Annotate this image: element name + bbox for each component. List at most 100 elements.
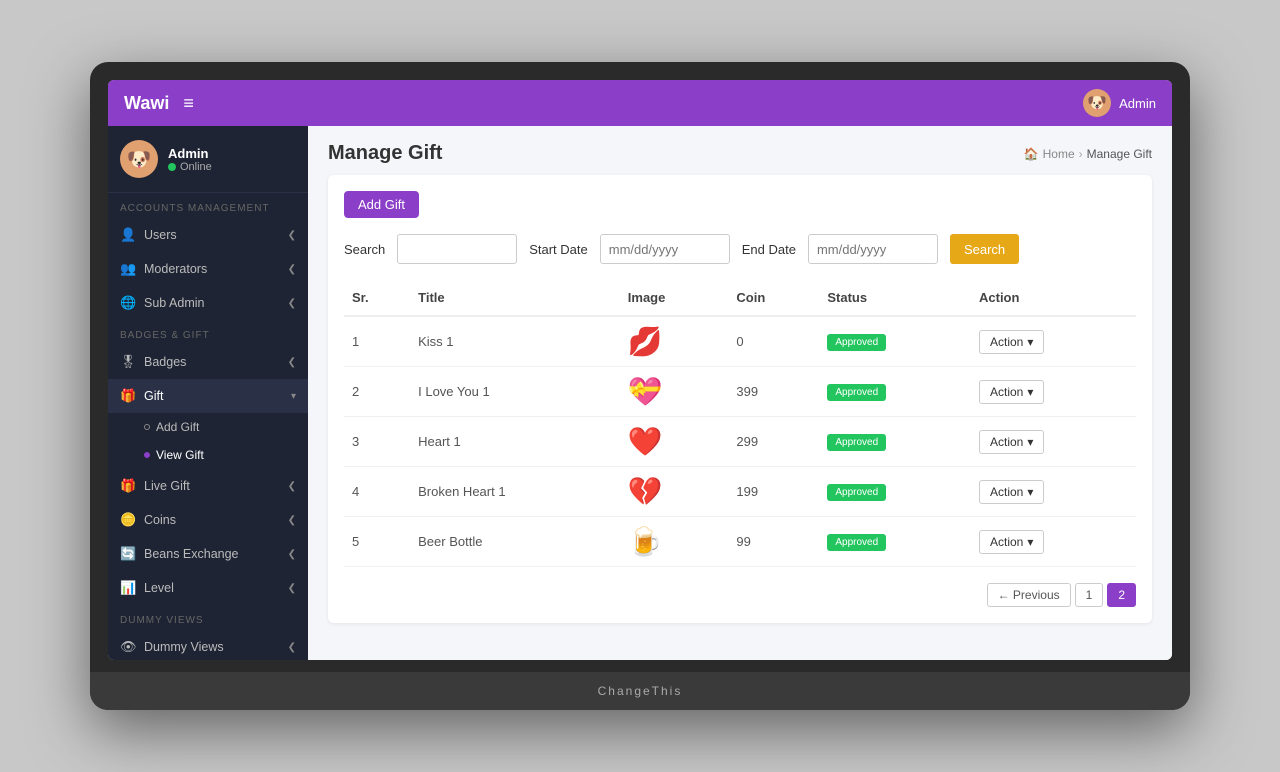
sidebar-item-coins[interactable]: 🪙 Coins ❮ [108, 503, 308, 537]
page-btn-2[interactable]: 2 [1107, 583, 1136, 607]
dropdown-icon: ▾ [1027, 435, 1033, 449]
action-button[interactable]: Action ▾ [979, 430, 1044, 454]
cell-status: Approved [819, 417, 971, 467]
content-area: Manage Gift 🏠 Home › Manage Gift Add Gif… [308, 126, 1172, 660]
cell-image: 💋 [620, 316, 729, 367]
menu-icon[interactable]: ≡ [183, 93, 194, 114]
prev-page-button[interactable]: ← Previous [987, 583, 1071, 607]
breadcrumb-current: Manage Gift [1087, 147, 1152, 161]
sidebar-item-level[interactable]: 📊 Level ❮ [108, 571, 308, 605]
livegift-icon: 🎁 [120, 478, 136, 494]
chevron-coins: ❮ [288, 515, 296, 526]
col-status: Status [819, 280, 971, 316]
chevron-users: ❮ [288, 230, 296, 241]
sidebar-label-badges: Badges [144, 355, 186, 369]
sidebar-subitem-add-gift[interactable]: Add Gift [108, 413, 308, 441]
cell-coin: 0 [728, 316, 819, 367]
cell-sr: 3 [344, 417, 410, 467]
user-icon: 👤 [120, 227, 136, 243]
top-header: Wawi ≡ 🐶 Admin [108, 80, 1172, 126]
end-date-label: End Date [742, 242, 796, 257]
page-title: Manage Gift [328, 142, 442, 165]
table-row: 2 I Love You 1 💝 399 Approved Action ▾ [344, 367, 1136, 417]
dropdown-icon: ▾ [1027, 335, 1033, 349]
sidebar-avatar: 🐶 [120, 140, 158, 178]
laptop-bottom: ChangeThis [90, 672, 1190, 710]
brand-logo: Wawi [124, 93, 169, 114]
sidebar-label-subadmin: Sub Admin [144, 296, 204, 310]
header-right: 🐶 Admin [1083, 89, 1156, 117]
action-button[interactable]: Action ▾ [979, 380, 1044, 404]
cell-title: Kiss 1 [410, 316, 620, 367]
cell-coin: 199 [728, 467, 819, 517]
cell-coin: 399 [728, 367, 819, 417]
search-input[interactable] [397, 234, 517, 264]
start-date-input[interactable] [600, 234, 730, 264]
search-label: Search [344, 242, 385, 257]
sidebar-label-moderators: Moderators [144, 262, 207, 276]
table-row: 4 Broken Heart 1 💔 199 Approved Action ▾ [344, 467, 1136, 517]
level-icon: 📊 [120, 580, 136, 596]
sidebar: 🐶 Admin Online ACCOUNTS MANAGEMENT 👤 Use… [108, 126, 308, 660]
chevron-level: ❮ [288, 583, 296, 594]
col-coin: Coin [728, 280, 819, 316]
cell-action: Action ▾ [971, 517, 1136, 567]
page-header: Manage Gift 🏠 Home › Manage Gift [308, 126, 1172, 175]
badges-icon: 🎖 [120, 354, 136, 370]
laptop-brand-label: ChangeThis [598, 684, 683, 698]
sidebar-item-subadmin[interactable]: 🌐 Sub Admin ❮ [108, 286, 308, 320]
sidebar-item-dummy[interactable]: 👁 Dummy Views ❮ [108, 630, 308, 660]
sidebar-item-users[interactable]: 👤 Users ❮ [108, 218, 308, 252]
section-label-badges-gift: BADGES & GIFT [108, 320, 308, 345]
sub-dot-add-gift [144, 424, 150, 430]
sidebar-item-badges[interactable]: 🎖 Badges ❮ [108, 345, 308, 379]
section-label-dummy: Dummy Views [108, 605, 308, 630]
sidebar-item-beans[interactable]: 🔄 Beans Exchange ❮ [108, 537, 308, 571]
laptop-frame: Wawi ≡ 🐶 Admin 🐶 Admin Online [90, 62, 1190, 710]
action-button[interactable]: Action ▾ [979, 480, 1044, 504]
cell-title: I Love You 1 [410, 367, 620, 417]
gift-emoji: 💋 [628, 326, 663, 357]
sidebar-label-gift: Gift [144, 389, 163, 403]
cell-status: Approved [819, 517, 971, 567]
action-button[interactable]: Action ▾ [979, 530, 1044, 554]
subadmin-icon: 🌐 [120, 295, 136, 311]
action-button[interactable]: Action ▾ [979, 330, 1044, 354]
page-btn-1[interactable]: 1 [1075, 583, 1104, 607]
end-date-input[interactable] [808, 234, 938, 264]
cell-action: Action ▾ [971, 316, 1136, 367]
cell-coin: 299 [728, 417, 819, 467]
sidebar-item-gift[interactable]: 🎁 Gift ▾ [108, 379, 308, 413]
cell-image: 💔 [620, 467, 729, 517]
col-sr: Sr. [344, 280, 410, 316]
add-gift-button[interactable]: Add Gift [344, 191, 419, 218]
table-row: 1 Kiss 1 💋 0 Approved Action ▾ [344, 316, 1136, 367]
table-row: 3 Heart 1 ❤️ 299 Approved Action ▾ [344, 417, 1136, 467]
chevron-subadmin: ❮ [288, 298, 296, 309]
gift-table: Sr. Title Image Coin Status Action 1 Kis… [344, 280, 1136, 567]
admin-name: Admin [1119, 96, 1156, 111]
sidebar-label-livegift: Live Gift [144, 479, 190, 493]
dummy-icon: 👁 [120, 639, 136, 655]
sidebar-item-moderators[interactable]: 👥 Moderators ❮ [108, 252, 308, 286]
breadcrumb: 🏠 Home › Manage Gift [1024, 147, 1152, 161]
cell-status: Approved [819, 316, 971, 367]
action-label: Action [990, 385, 1023, 399]
sidebar-item-livegift[interactable]: 🎁 Live Gift ❮ [108, 469, 308, 503]
status-badge: Approved [827, 534, 886, 551]
coins-icon: 🪙 [120, 512, 136, 528]
laptop-screen: Wawi ≡ 🐶 Admin 🐶 Admin Online [108, 80, 1172, 660]
sidebar-label-coins: Coins [144, 513, 176, 527]
gift-emoji: ❤️ [628, 426, 663, 457]
sidebar-subitem-view-gift[interactable]: View Gift [108, 441, 308, 469]
gift-emoji: 💔 [628, 476, 663, 507]
chevron-moderators: ❮ [288, 264, 296, 275]
action-label: Action [990, 535, 1023, 549]
cell-sr: 4 [344, 467, 410, 517]
pagination-row: ← Previous 1 2 [344, 583, 1136, 607]
cell-sr: 1 [344, 316, 410, 367]
search-button[interactable]: Search [950, 234, 1019, 264]
main-layout: 🐶 Admin Online ACCOUNTS MANAGEMENT 👤 Use… [108, 126, 1172, 660]
action-label: Action [990, 435, 1023, 449]
avatar: 🐶 [1083, 89, 1111, 117]
